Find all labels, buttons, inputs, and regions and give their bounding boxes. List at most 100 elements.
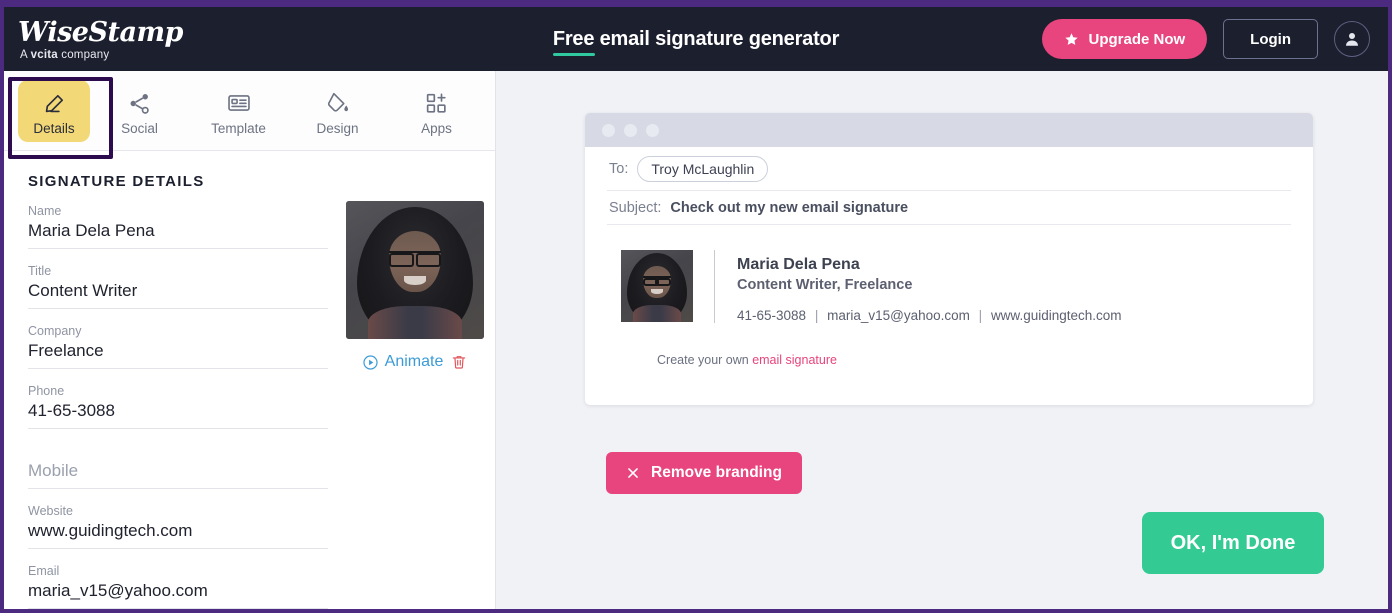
user-account-button[interactable]: [1334, 21, 1370, 57]
photo-actions: Animate: [346, 353, 484, 371]
signature-portrait-glasses: [643, 275, 672, 288]
field-website-label: Website: [28, 504, 73, 518]
login-button[interactable]: Login: [1223, 19, 1318, 59]
ok-im-done-label: OK, I'm Done: [1170, 531, 1296, 554]
signature-title: Content Writer, Freelance: [737, 277, 913, 293]
branding-prefix: Create your own: [657, 353, 753, 367]
field-mobile[interactable]: Mobile: [28, 443, 328, 489]
tab-apps[interactable]: Apps: [387, 71, 486, 150]
field-name-value: Maria Dela Pena: [28, 221, 155, 240]
field-phone[interactable]: Phone 41-65-3088: [28, 383, 328, 429]
signature-photo: [621, 250, 693, 322]
app-body: Details Social Template Design Apps SIGN…: [4, 71, 1388, 609]
signature-name: Maria Dela Pena: [737, 256, 860, 273]
tab-details[interactable]: Details: [18, 79, 90, 142]
tab-details-label: Details: [33, 120, 75, 136]
tab-social[interactable]: Social: [90, 71, 189, 150]
title-underline-accent: [552, 52, 595, 56]
ok-im-done-button[interactable]: OK, I'm Done: [1142, 512, 1324, 574]
signature-phone: 41-65-3088: [737, 308, 807, 323]
signature-portrait-illustration: [621, 250, 693, 322]
star-icon: [1065, 32, 1079, 45]
signature-text-block: Maria Dela Pena Content Writer, Freelanc…: [737, 250, 1122, 323]
field-name-label: Name: [28, 204, 62, 218]
editor-tabbar: Details Social Template Design Apps: [4, 71, 495, 151]
paint-bucket-icon: [325, 86, 351, 116]
signature-block: Maria Dela Pena Content Writer, Freelanc…: [621, 250, 1291, 323]
field-title-value: Content Writer: [28, 281, 138, 300]
page-title-text: Free email signature generator: [552, 27, 840, 50]
field-company[interactable]: Company Freelance: [28, 323, 328, 369]
signature-email: maria_v15@yahoo.com: [827, 308, 970, 323]
animate-photo-button[interactable]: Animate: [362, 353, 444, 371]
portrait-illustration: [346, 201, 484, 339]
signature-portrait-shirt: [632, 304, 682, 322]
field-company-value: Freelance: [28, 341, 104, 360]
signature-separator-1: |: [814, 308, 819, 323]
field-phone-label: Phone: [28, 384, 65, 398]
signature-separator-2: |: [978, 308, 983, 323]
field-title[interactable]: Title Content Writer: [28, 263, 328, 309]
signature-details-form: SIGNATURE DETAILS Name Maria Dela Pena T…: [4, 151, 495, 609]
field-website[interactable]: Website www.guidingtech.com: [28, 503, 328, 549]
email-to-label: To:: [609, 160, 629, 177]
grid-plus-icon: [424, 86, 449, 116]
tab-design[interactable]: Design: [288, 71, 387, 150]
field-title-label: Title: [28, 264, 52, 278]
card-bottom-spacer: [585, 367, 1313, 405]
wisestamp-logo[interactable]: WiseStamp A vcita company: [18, 17, 228, 60]
logo-tagline: A vcita company: [20, 48, 110, 61]
id-card-icon: [226, 86, 252, 116]
email-subject-value[interactable]: Check out my new email signature: [670, 200, 908, 216]
upgrade-now-label: Upgrade Now: [1088, 30, 1186, 48]
form-field-list: SIGNATURE DETAILS Name Maria Dela Pena T…: [28, 173, 328, 609]
signature-details-heading: SIGNATURE DETAILS: [28, 173, 205, 190]
pencil-icon: [42, 86, 67, 116]
remove-branding-label: Remove branding: [651, 464, 782, 481]
field-email[interactable]: Email maria_v15@yahoo.com: [28, 563, 328, 609]
login-label: Login: [1250, 30, 1291, 48]
editor-left-panel: Details Social Template Design Apps SIGN…: [4, 71, 496, 609]
page-title: Free email signature generator: [552, 27, 840, 56]
logo-wordmark: WiseStamp: [18, 17, 183, 49]
window-dot-minimize: [624, 123, 637, 137]
portrait-shirt: [368, 305, 462, 339]
signature-website: www.guidingtech.com: [990, 308, 1122, 323]
signature-preview[interactable]: Maria Dela Pena Content Writer, Freelanc…: [585, 225, 1313, 367]
signature-preview-panel: To: Troy McLaughlin Subject: Check out m…: [496, 71, 1388, 609]
email-to-row: To: Troy McLaughlin: [607, 147, 1291, 191]
upgrade-now-button[interactable]: Upgrade Now: [1042, 19, 1208, 59]
window-dot-maximize: [646, 123, 659, 137]
signature-portrait-smile: [651, 288, 663, 294]
signature-vertical-rule: [714, 250, 715, 323]
window-dot-close: [602, 123, 615, 137]
email-signature-link[interactable]: email signature: [752, 353, 837, 367]
field-mobile-placeholder: Mobile: [28, 461, 79, 480]
play-circle-icon: [363, 354, 378, 370]
tab-social-label: Social: [121, 120, 158, 136]
user-icon: [1346, 33, 1358, 46]
email-window-titlebar: [585, 113, 1313, 147]
field-company-label: Company: [28, 324, 82, 338]
email-subject-row: Subject: Check out my new email signatur…: [607, 191, 1291, 225]
tab-template-label: Template: [211, 120, 266, 136]
share-icon: [127, 86, 152, 116]
email-subject-label: Subject:: [609, 199, 662, 216]
tab-template[interactable]: Template: [189, 71, 288, 150]
remove-branding-button[interactable]: Remove branding: [606, 452, 802, 494]
portrait-glasses: [388, 250, 442, 268]
trash-icon: [453, 356, 466, 369]
email-recipient-chip[interactable]: Troy McLaughlin: [637, 155, 769, 182]
email-preview-card: To: Troy McLaughlin Subject: Check out m…: [585, 113, 1313, 405]
field-email-label: Email: [28, 564, 60, 578]
field-name[interactable]: Name Maria Dela Pena: [28, 203, 328, 249]
delete-photo-button[interactable]: [450, 353, 468, 371]
app-window: WiseStamp A vcita company Free email sig…: [0, 0, 1392, 613]
field-phone-value: 41-65-3088: [28, 401, 115, 420]
field-website-value: www.guidingtech.com: [28, 521, 193, 540]
profile-photo[interactable]: [346, 201, 484, 339]
animate-label: Animate: [384, 353, 444, 370]
signature-branding-line: Create your own email signature: [621, 353, 1291, 367]
field-email-value: maria_v15@yahoo.com: [28, 581, 208, 600]
tab-apps-label: Apps: [421, 120, 452, 136]
